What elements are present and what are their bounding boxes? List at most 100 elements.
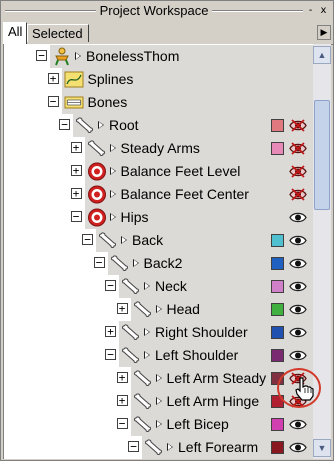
tree-row[interactable]: + Balance Feet Level	[4, 160, 314, 183]
hidden-eye-icon[interactable]	[289, 187, 307, 202]
tree-row[interactable]: − Back	[4, 229, 314, 252]
expand-arrow-icon[interactable]	[109, 213, 116, 221]
color-swatch[interactable]	[271, 418, 284, 431]
tree-row[interactable]: − BonelessThom	[4, 45, 314, 68]
color-swatch[interactable]	[271, 234, 284, 247]
tree-item-label: Back	[132, 232, 164, 248]
hidden-eye-icon[interactable]	[289, 118, 307, 133]
expand-arrow-icon[interactable]	[132, 259, 139, 267]
project-tree[interactable]: − BonelessThom + Splines − Bones − Root + Steady …	[3, 44, 314, 459]
color-swatch[interactable]	[271, 349, 284, 362]
tree-row[interactable]: − Root	[4, 114, 314, 137]
tree-row[interactable]: − Hips	[4, 206, 314, 229]
eye-icon[interactable]	[289, 302, 307, 317]
expand-arrow-icon[interactable]	[155, 397, 162, 405]
expand-arrow-icon[interactable]	[121, 236, 127, 244]
expand-arrow-icon[interactable]	[109, 144, 116, 152]
scroll-up-button[interactable]: ▲	[313, 46, 331, 64]
collapse-button[interactable]: −	[59, 119, 70, 130]
expand-arrow-icon[interactable]	[109, 190, 116, 198]
tree-row[interactable]: − Left Forearm	[4, 436, 314, 459]
expand-arrow-icon[interactable]	[144, 351, 150, 359]
collapse-button[interactable]: −	[36, 50, 47, 61]
collapse-button[interactable]: −	[105, 349, 116, 360]
bone-icon	[121, 323, 141, 342]
expand-button[interactable]: +	[116, 372, 128, 383]
tree-row[interactable]: − Left Bicep	[4, 413, 314, 436]
eye-icon[interactable]	[289, 256, 307, 271]
expand-arrow-icon[interactable]	[155, 374, 162, 382]
eye-icon[interactable]	[289, 210, 307, 225]
eye-icon[interactable]	[289, 325, 307, 340]
color-swatch[interactable]	[271, 441, 284, 454]
collapse-button[interactable]: −	[82, 234, 93, 245]
color-swatch[interactable]	[271, 280, 284, 293]
tree-row[interactable]: − Neck	[4, 275, 314, 298]
tree-item-label: Hips	[120, 209, 149, 225]
expand-arrow-icon[interactable]	[75, 52, 81, 60]
collapse-button[interactable]: −	[116, 418, 128, 429]
bone-icon	[133, 392, 153, 411]
tree-row[interactable]: − Bones	[4, 91, 314, 114]
tree-row[interactable]: + Splines	[4, 68, 314, 91]
collapse-button[interactable]: −	[93, 257, 105, 268]
tab-selected[interactable]: Selected	[27, 24, 89, 42]
eye-icon[interactable]	[289, 417, 307, 432]
eye-icon[interactable]	[289, 440, 307, 455]
target-icon	[87, 208, 107, 227]
eye-icon[interactable]	[289, 348, 307, 363]
tree-row[interactable]: − Back2	[4, 252, 314, 275]
color-swatch[interactable]	[271, 303, 284, 316]
expand-arrow-icon[interactable]	[144, 282, 150, 290]
tree-item-label: Splines	[87, 71, 134, 87]
collapse-button[interactable]: −	[105, 280, 116, 291]
expand-button[interactable]: +	[116, 395, 128, 406]
project-workspace-panel: Project Workspace - x All Selected ▶ − Bo…	[0, 0, 334, 461]
window-title-bar[interactable]: Project Workspace - x	[5, 3, 331, 19]
tree-row[interactable]: − Left Shoulder	[4, 344, 314, 367]
minimize-button[interactable]: -	[304, 5, 317, 17]
expand-arrow-icon[interactable]	[167, 443, 173, 451]
expand-arrow-icon[interactable]	[155, 420, 162, 428]
expand-button[interactable]: +	[105, 326, 116, 337]
close-button[interactable]: x	[317, 5, 330, 17]
tab-all[interactable]: All	[3, 22, 27, 44]
collapse-button[interactable]: −	[70, 211, 82, 222]
expand-button[interactable]: +	[70, 142, 82, 153]
target-icon	[87, 185, 107, 204]
scroll-thumb[interactable]	[314, 100, 330, 210]
tree-item-label: Left Forearm	[178, 439, 259, 455]
tree-row[interactable]: + Head	[4, 298, 314, 321]
hidden-eye-icon[interactable]	[289, 164, 307, 179]
tree-row[interactable]: + Left Arm Hinge	[4, 390, 314, 413]
expand-arrow-icon[interactable]	[155, 305, 162, 313]
tab-scroll-right-button[interactable]: ▶	[317, 25, 331, 40]
hand-cursor-icon	[295, 377, 314, 401]
tree-item-label: Balance Feet Center	[120, 186, 249, 202]
expand-arrow-icon[interactable]	[109, 167, 116, 175]
collapse-button[interactable]: −	[128, 441, 139, 452]
tree-row[interactable]: + Right Shoulder	[4, 321, 314, 344]
color-swatch[interactable]	[271, 119, 284, 132]
color-swatch[interactable]	[271, 142, 284, 155]
tree-row[interactable]: + Steady Arms	[4, 137, 314, 160]
eye-icon[interactable]	[289, 279, 307, 294]
scroll-down-button[interactable]: ▼	[313, 439, 331, 457]
tree-row[interactable]: + Left Arm Steady	[4, 367, 314, 390]
expand-arrow-icon[interactable]	[98, 121, 104, 129]
expand-button[interactable]: +	[70, 188, 82, 199]
hidden-eye-icon[interactable]	[289, 141, 307, 156]
tree-item-label: Root	[109, 117, 139, 133]
bone-icon	[110, 254, 130, 273]
expand-button[interactable]: +	[116, 303, 128, 314]
color-swatch[interactable]	[271, 257, 284, 270]
expand-button[interactable]: +	[47, 73, 59, 84]
expand-arrow-icon[interactable]	[144, 328, 150, 336]
expand-button[interactable]: +	[70, 165, 82, 176]
collapse-button[interactable]: −	[47, 96, 59, 107]
color-swatch[interactable]	[271, 326, 284, 339]
row-background	[84, 206, 314, 229]
tree-item-label: Left Arm Hinge	[166, 393, 260, 409]
tree-row[interactable]: + Balance Feet Center	[4, 183, 314, 206]
eye-icon[interactable]	[289, 233, 307, 248]
